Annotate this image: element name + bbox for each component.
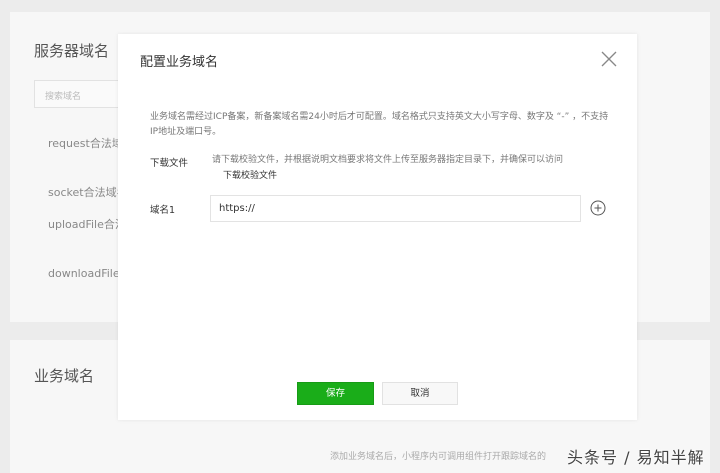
domain-1-label: 域名1	[150, 205, 176, 216]
close-icon[interactable]	[598, 48, 620, 70]
business-domain-title: 业务域名	[34, 367, 95, 385]
dialog-title: 配置业务域名	[140, 55, 219, 70]
cancel-button[interactable]: 取消	[382, 382, 458, 405]
download-file-instructions: 请下载校验文件，并根据说明文档要求将文件上传至服务器指定目录下，并确保可以访问	[212, 155, 564, 165]
watermark-text: 头条号 / 易知半解	[567, 448, 705, 467]
domain-search-input[interactable]: 搜索域名	[34, 80, 124, 108]
download-verify-file-link[interactable]: 下载校验文件	[223, 168, 277, 181]
domain-requirements-text: 业务域名需经过ICP备案，新备案域名需24小时后才可配置。域名格式只支持英文大小…	[150, 112, 609, 137]
domain-1-input[interactable]	[210, 195, 581, 222]
socket-domain-row: socket合法域名	[48, 186, 128, 199]
add-domain-icon[interactable]	[590, 200, 606, 216]
business-domain-note: 添加业务域名后，小程序内可调用组件打开跟踪域名的	[330, 452, 547, 462]
save-button[interactable]: 保存	[297, 382, 374, 405]
download-file-label: 下载文件	[150, 158, 189, 169]
upload-domain-row: uploadFile合法	[48, 218, 126, 231]
server-domain-title: 服务器域名	[34, 42, 110, 60]
configure-domain-dialog: 配置业务域名 业务域名需经过ICP备案，新备案域名需24小时后才可配置。域名格式…	[118, 34, 637, 420]
